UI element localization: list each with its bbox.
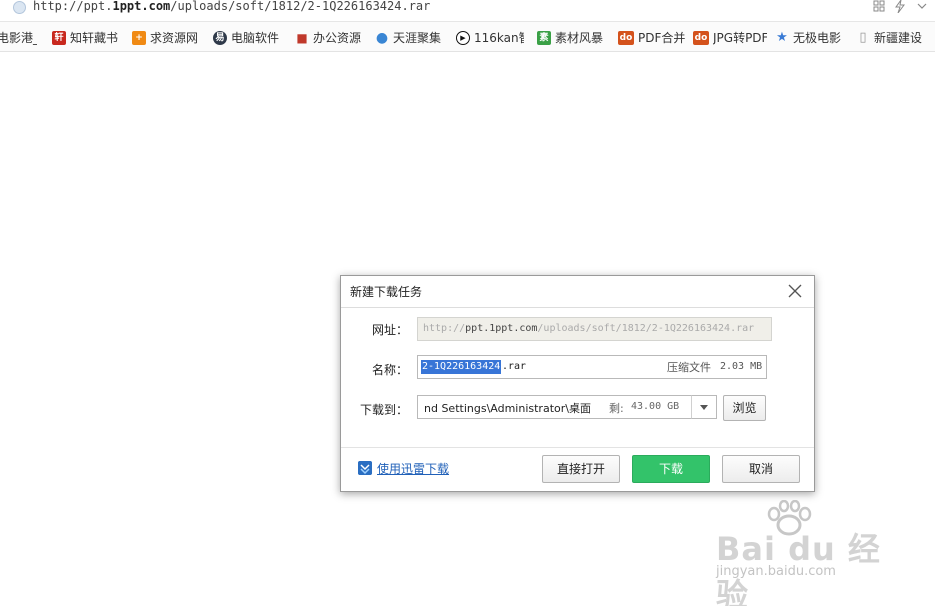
name-label: 名称：	[371, 363, 408, 377]
save-path-dropdown[interactable]	[691, 395, 717, 419]
bookmark-label: 无极电影	[793, 31, 842, 45]
use-xunlei-link[interactable]: 使用迅雷下载	[377, 460, 449, 477]
title-divider	[341, 307, 814, 308]
url-label: 网址：	[371, 323, 408, 337]
bookmark-label: 办公资源	[313, 31, 361, 45]
browse-button[interactable]: 浏览	[723, 395, 766, 421]
bookmark-label: PDF合并	[638, 31, 686, 45]
box-icon: ■	[296, 30, 308, 45]
do-icon: do	[618, 30, 634, 45]
filename-input[interactable]: 2-1Q226163424 .rar 压缩文件 2.03 MB	[417, 355, 767, 379]
chevron-down-icon[interactable]	[917, 3, 927, 10]
bookmark-label: 求资源网	[150, 31, 199, 45]
bookmark-item[interactable]: ▶ 116kan智	[456, 29, 524, 46]
globe-icon: ●	[375, 29, 389, 46]
cancel-button[interactable]: 取消	[722, 455, 800, 483]
bookmark-item[interactable]: 轩 知轩藏书	[52, 29, 120, 46]
close-icon[interactable]	[787, 283, 803, 299]
footer-divider	[341, 447, 814, 448]
free-space-value: 43.00 GB	[631, 401, 680, 412]
open-directly-button[interactable]: 直接打开	[542, 455, 620, 483]
browser-window: { "browser": { "url_prefix": "http://ppt…	[0, 0, 935, 606]
sucai-icon: 素	[537, 30, 551, 45]
url-field[interactable]: http://ppt.1ppt.com/uploads/soft/1812/2-…	[417, 317, 772, 341]
bookmark-label: 知轩藏书	[70, 31, 119, 45]
lightning-icon[interactable]	[894, 0, 906, 13]
globe-icon	[13, 1, 26, 14]
save-path-label: 下载到：	[359, 403, 408, 417]
play-icon: ▶	[456, 30, 470, 45]
bookmark-item[interactable]: ★ 无极电影	[775, 29, 843, 46]
bookmark-label: 电影港_	[0, 31, 37, 45]
bookmark-label: JPG转PDF	[713, 31, 767, 45]
zhixuan-icon: 轩	[52, 30, 66, 45]
page-icon: ▯	[859, 29, 867, 45]
address-bar[interactable]: http://ppt.1ppt.com/uploads/soft/1812/2-…	[0, 0, 935, 22]
star-icon: ★	[776, 29, 788, 45]
bookmark-item[interactable]: ▯ 新疆建设	[856, 29, 935, 46]
bookmark-item[interactable]: 易 电脑软件	[213, 29, 281, 46]
bookmark-item[interactable]: + 求资源网	[132, 29, 200, 46]
filename-extension: .rar	[502, 361, 527, 372]
bookmark-item[interactable]: 素 素材风暴	[537, 29, 603, 46]
bookmark-item[interactable]: do JPG转PDF	[693, 29, 767, 46]
baidu-watermark: Bai du 经验 jingyan.baidu.com	[712, 500, 892, 606]
plus-icon: +	[132, 30, 146, 45]
bookmark-label: 天涯聚集	[393, 31, 442, 45]
watermark-url: jingyan.baidu.com	[716, 564, 836, 579]
bookmark-label: 电脑软件	[231, 31, 280, 45]
download-button[interactable]: 下载	[632, 455, 710, 483]
grid-icon[interactable]	[873, 0, 885, 12]
save-path-field[interactable]: nd Settings\Administrator\桌面 剩: 43.00 GB	[417, 395, 716, 419]
do-icon: do	[693, 30, 709, 45]
file-type: 压缩文件	[667, 361, 711, 374]
bookmark-item[interactable]: do PDF合并	[618, 29, 686, 46]
filename-selected-text: 2-1Q226163424	[421, 360, 502, 374]
file-size: 2.03 MB	[720, 361, 763, 372]
bookmark-item[interactable]: ● 天涯聚集	[375, 29, 443, 46]
xunlei-icon	[358, 461, 372, 475]
dropdown-arrow-icon	[700, 405, 708, 410]
address-url[interactable]: http://ppt.1ppt.com/uploads/soft/1812/2-…	[33, 0, 430, 13]
save-path-text: nd Settings\Administrator\桌面	[424, 402, 591, 415]
bookmark-item[interactable]: 电影港_	[0, 29, 37, 46]
bookmark-label: 素材风暴	[555, 31, 603, 45]
dialog-title: 新建下载任务	[350, 285, 423, 299]
bookmark-item[interactable]: ■ 办公资源	[295, 29, 361, 46]
free-space-label: 剩:	[609, 402, 624, 415]
yi-icon: 易	[213, 30, 227, 45]
bookmark-label: 116kan智	[474, 31, 524, 45]
new-download-dialog: 新建下载任务 网址： http://ppt.1ppt.com/uploads/s…	[340, 275, 815, 492]
bookmarks-bar: 电影港_ 轩 知轩藏书 + 求资源网 易 电脑软件 ■ 办公资源 ● 天涯聚集 …	[0, 22, 935, 52]
bookmark-label: 新疆建设	[874, 31, 923, 45]
